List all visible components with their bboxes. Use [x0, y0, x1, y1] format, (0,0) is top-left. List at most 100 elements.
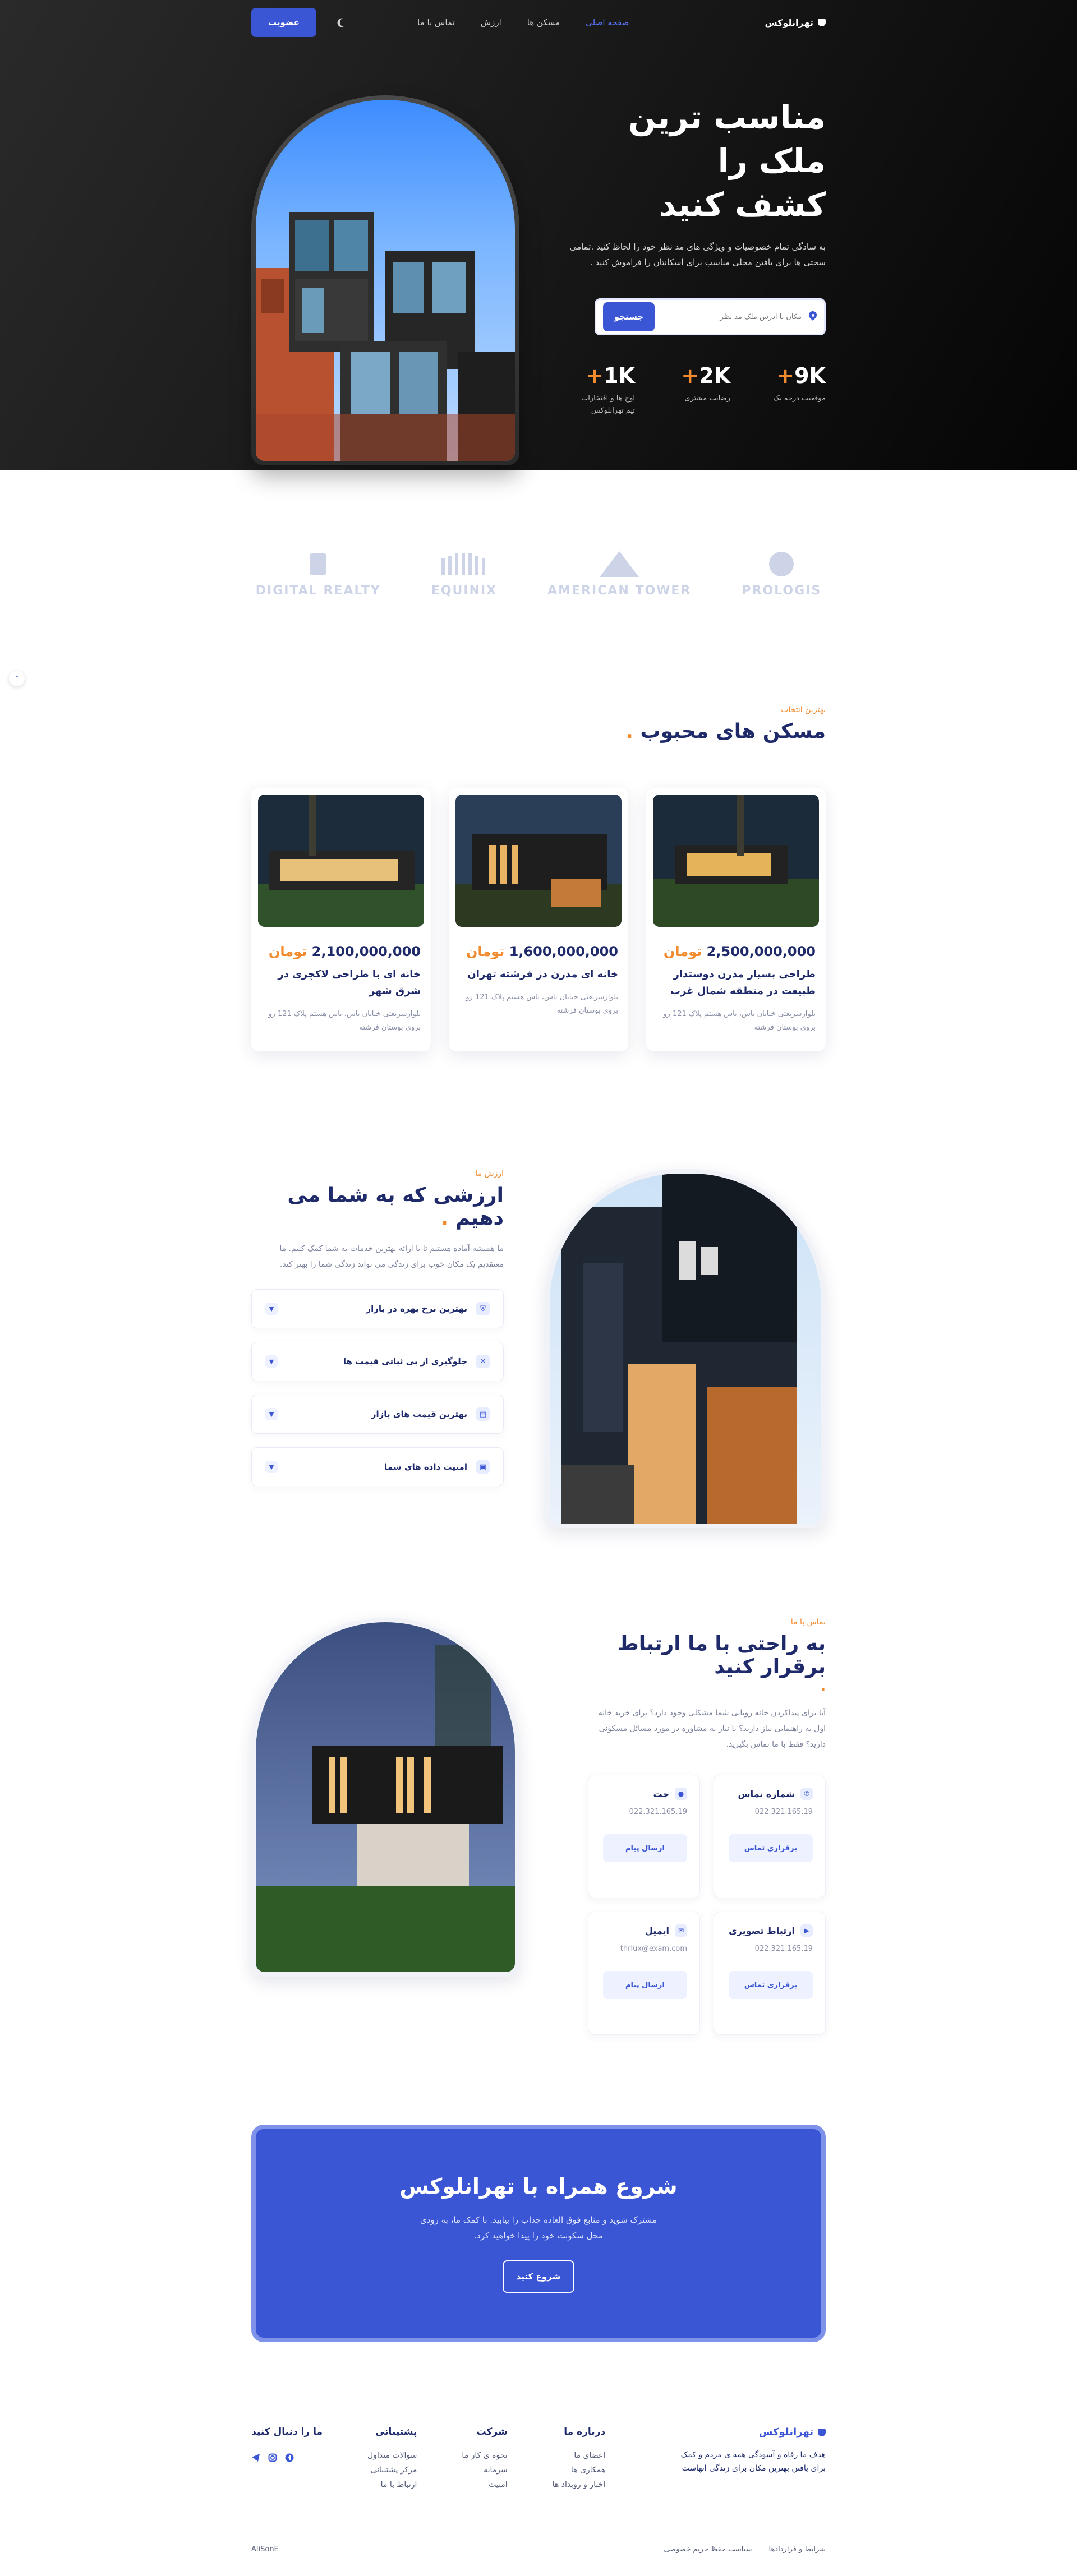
send-email-button[interactable]: ارسال پیام: [603, 1971, 687, 1999]
chevron-down-icon[interactable]: ▼: [265, 1408, 278, 1420]
footer-link[interactable]: سوالات متداول: [367, 2451, 417, 2460]
search-bar: جستجو: [595, 298, 826, 335]
footer-credit: AliSonE: [251, 2545, 279, 2554]
section-description: ما همیشه آماده هستیم تا با ارائه بهترین …: [279, 1244, 504, 1269]
chevron-down-icon[interactable]: ▼: [265, 1461, 278, 1473]
hero-image: [251, 95, 519, 465]
nav-link-residences[interactable]: مسکن ها: [527, 17, 560, 27]
footer-column-title: شرکت: [476, 2426, 508, 2437]
nav-link-home[interactable]: صفحه اصلی: [586, 17, 629, 27]
stat-label: رضایت مشتری: [684, 394, 730, 403]
property-card[interactable]: 1,600,000,000 تومان خانه ای مدرن در فرشت…: [449, 788, 628, 1051]
accordion-item[interactable]: ▣ امنیت داده های شما ▼: [251, 1447, 504, 1486]
stat-number: 9K: [794, 363, 826, 388]
call-button[interactable]: برقراری تماس: [729, 1834, 813, 1862]
chevron-down-icon[interactable]: ▼: [265, 1303, 278, 1315]
accordion-label: بهترین نرخ بهره در بازار: [366, 1304, 467, 1314]
footer-link[interactable]: سرمایه: [462, 2466, 508, 2475]
footer-column: درباره ما اعضای ما همکاری ها اخبار و روی…: [553, 2426, 605, 2489]
contact-image: [251, 1618, 519, 1977]
telegram-icon[interactable]: [251, 2453, 260, 2462]
dark-mode-toggle-icon[interactable]: [339, 17, 351, 29]
mail-icon: ✉: [675, 1924, 687, 1937]
get-started-button[interactable]: شروع کنید: [503, 2260, 574, 2293]
accordion-item[interactable]: ✕ جلوگیری از بی ثباتی قیمت ها ▼: [251, 1342, 504, 1381]
footer-column-title: درباره ما: [564, 2426, 606, 2437]
stat-number: 1K: [604, 363, 635, 388]
search-input[interactable]: [678, 312, 802, 321]
contact-card-value: 022.321.165.19: [754, 1808, 813, 1816]
partner-logo: DIGITAL REALTY: [256, 550, 381, 598]
nav-link-contact[interactable]: تماس با ما: [417, 17, 455, 27]
night-house-illustration: [256, 1645, 515, 1972]
cta-banner: شروع همراه با تهرانلوکس مشترک شوید و منا…: [251, 2125, 826, 2342]
terms-link[interactable]: شرایط و قراردادها: [769, 2545, 826, 2554]
send-message-button[interactable]: ارسال پیام: [603, 1834, 687, 1862]
footer-link[interactable]: ارتباط با ما: [367, 2480, 417, 2489]
popular-residences-section: بهترین انتخاب مسکن های محبوب . 2,500,000…: [251, 655, 826, 1051]
footer-column-title: ما را دنبال کنید: [251, 2426, 323, 2437]
price-currency: تومان: [466, 944, 505, 959]
contact-card-title: ارتباط تصویری: [729, 1925, 795, 1936]
accordion-label: جلوگیری از بی ثباتی قیمت ها: [343, 1356, 467, 1367]
property-price: 2,500,000,000: [706, 944, 816, 959]
close-square-icon: ✕: [476, 1355, 490, 1368]
contact-card-value: 022.321.165.19: [629, 1808, 687, 1816]
nav-link-value[interactable]: ارزش: [481, 17, 501, 27]
property-image: [653, 795, 819, 927]
contact-card-value: thrlux@exam.com: [620, 1945, 687, 1953]
navbar: تهرانلوکس صفحه اصلی مسکن ها ارزش تماس با…: [251, 0, 826, 45]
footer-link[interactable]: مرکز پشتیبانی: [367, 2466, 417, 2475]
search-button[interactable]: جستجو: [603, 302, 655, 331]
footer-column: ما را دنبال کنید: [251, 2426, 323, 2489]
contact-card-video: ▶ ارتباط تصویری 022.321.165.19 برقراری تم…: [714, 1912, 826, 2035]
section-eyebrow: بهترین انتخاب: [781, 705, 826, 714]
chevron-down-icon[interactable]: ▼: [265, 1355, 278, 1368]
stats: +9K موقعیت درجه یک +2K رضایت مشتری +1K ا…: [562, 363, 826, 417]
footer-link[interactable]: نحوه ی کار ما: [462, 2451, 507, 2460]
facebook-icon[interactable]: [285, 2453, 294, 2462]
stat-label: موقعیت درجه یک: [773, 394, 826, 403]
brand-logo[interactable]: تهرانلوکس: [765, 17, 826, 28]
equinix-icon: [441, 552, 486, 575]
property-image: [258, 795, 424, 927]
nav-links: صفحه اصلی مسکن ها ارزش تماس با ما: [417, 17, 629, 27]
footer-link[interactable]: امنیت: [462, 2480, 508, 2489]
video-call-button[interactable]: برقراری تماس: [729, 1971, 813, 1999]
accordion-item[interactable]: ⛨ بهترین نرخ بهره در بازار ▼: [251, 1289, 504, 1328]
footer-logo[interactable]: تهرانلوکس: [680, 2426, 826, 2438]
partner-name: EQUINIX: [431, 583, 498, 598]
footer-link[interactable]: اخبار و رویداد ها: [553, 2480, 605, 2489]
price-currency: تومان: [268, 944, 307, 959]
partner-logos: DIGITAL REALTY EQUINIX AMERICAN TOWER PR…: [0, 470, 1077, 655]
contact-card-title: ایمیل: [645, 1925, 669, 1936]
section-eyebrow: تماس با ما: [790, 1618, 826, 1627]
stat-number: 2K: [699, 363, 730, 388]
footer-column-title: پشتیبانی: [375, 2426, 417, 2437]
property-card[interactable]: 2,500,000,000 تومان طراحی بسیار مدرن دوس…: [646, 788, 826, 1051]
property-title: خانه ای با طراحی لاکچری در شرق شهر: [278, 968, 421, 997]
section-description: آیا برای پیداکردن خانه رویایی شما مشکلی …: [598, 1709, 826, 1749]
partner-logo: AMERICAN TOWER: [547, 550, 691, 598]
privacy-link[interactable]: سیاست حفظ حریم خصوصی: [664, 2545, 752, 2554]
footer: تهرانلوکس هدف ما رفاه و آسودگی همه ی مرد…: [251, 2426, 826, 2576]
value-accordion: ⛨ بهترین نرخ بهره در بازار ▼ ✕ جلوگیری از …: [251, 1289, 504, 1486]
stat-item: +1K اوج ها و افتخارات تیم تهرانلوکس: [579, 363, 635, 417]
property-title: خانه ای مدرن در فرشته تهران: [467, 968, 618, 980]
footer-link[interactable]: همکاری ها: [553, 2466, 605, 2475]
footer-link[interactable]: اعضای ما: [553, 2451, 605, 2460]
contact-cards: ✆ شماره تماس 022.321.165.19 برقراری تماس …: [584, 1775, 826, 2035]
footer-description: هدف ما رفاه و آسودگی همه ی مردم و کمک بر…: [680, 2450, 826, 2473]
property-address: بلوارشریعتی خیابان یاس، یاس هشتم پلاک 12…: [268, 1010, 421, 1032]
accordion-item[interactable]: ▤ بهترین قیمت های بازار ▼: [251, 1395, 504, 1434]
section-title: مسکن های محبوب .: [625, 720, 826, 743]
instagram-icon[interactable]: [268, 2453, 277, 2462]
signup-button[interactable]: عضویت: [251, 8, 316, 37]
property-image: [455, 795, 622, 927]
section-title: به راحتی با ما ارتباط برقرار کنید: [618, 1632, 826, 1678]
property-card[interactable]: 2,100,000,000 تومان خانه ای با طراحی لاک…: [251, 788, 431, 1051]
scroll-top-button[interactable]: ⌃: [9, 671, 25, 686]
property-cards: 2,500,000,000 تومان طراحی بسیار مدرن دوس…: [251, 788, 826, 1051]
hero-section: تهرانلوکس صفحه اصلی مسکن ها ارزش تماس با…: [0, 0, 1077, 470]
stat-label: اوج ها و افتخارات تیم تهرانلوکس: [581, 394, 635, 415]
